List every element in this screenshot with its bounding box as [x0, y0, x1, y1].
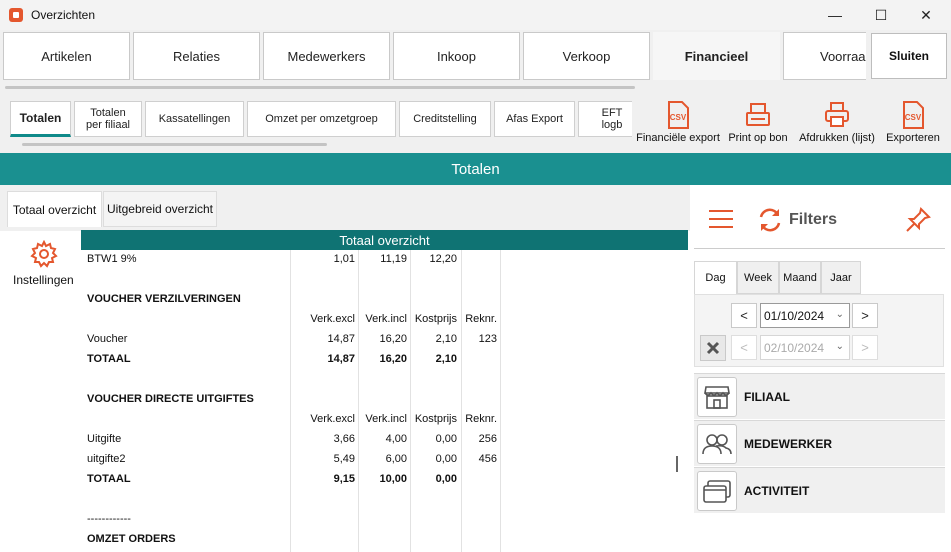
filter-activiteit[interactable]: ACTIVITEIT — [694, 467, 945, 513]
prev-date-to-button: < — [731, 335, 757, 360]
tab-voorraad[interactable]: Voorraa — [783, 32, 866, 80]
row-cell: 0,00 — [435, 473, 457, 485]
period-tab-jaar[interactable]: Jaar — [821, 261, 861, 294]
row-cell: 2,10 — [435, 353, 457, 365]
subtab-totalen[interactable]: Totalen — [10, 101, 71, 137]
sub-tabs-scrollbar[interactable] — [22, 143, 327, 146]
print-op-bon-label: Print op bon — [728, 132, 788, 144]
afdrukken-lijst-button[interactable]: Afdrukken (lijst) — [797, 100, 877, 144]
row-cell: 256 — [478, 433, 497, 445]
print-op-bon-button[interactable]: Print op bon — [726, 100, 790, 144]
close-window-button[interactable]: ✕ — [904, 0, 948, 30]
activiteit-label: ACTIVITEIT — [744, 484, 810, 498]
row-label: Voucher — [87, 333, 128, 345]
sluiten-button[interactable]: Sluiten — [871, 33, 947, 79]
store-icon — [697, 377, 737, 417]
tab-totaal-overzicht[interactable]: Totaal overzicht — [7, 191, 102, 227]
table-scrollbar[interactable] — [676, 456, 678, 472]
filter-medewerker[interactable]: MEDEWERKER — [694, 420, 945, 466]
row-cell: 456 — [478, 453, 497, 465]
row-label: OMZET ORDERS — [87, 533, 176, 545]
tab-relaties[interactable]: Relaties — [133, 32, 260, 80]
period-tab-week[interactable]: Week — [737, 261, 779, 294]
subtab-omzet-per-omzetgroep[interactable]: Omzet per omzetgroep — [247, 101, 396, 137]
financiele-export-button[interactable]: CSV Financiële export — [636, 100, 720, 144]
page-title: Totalen — [0, 153, 951, 185]
exporteren-label: Exporteren — [886, 132, 940, 144]
svg-text:CSV: CSV — [670, 113, 687, 122]
minimize-button[interactable]: — — [813, 0, 857, 30]
window-title: Overzichten — [31, 8, 96, 22]
row-label: Uitgifte — [87, 433, 122, 445]
chevron-down-icon: ⌄ — [835, 341, 844, 352]
totals-table: BTW1 9% 1,01 11,19 12,20 VOUCHER VERZILVERIN… — [81, 250, 671, 552]
windows-icon — [697, 471, 737, 511]
period-tab-dag[interactable]: Dag — [694, 261, 737, 294]
row-cell: 123 — [478, 333, 497, 345]
financiele-export-label: Financiële export — [636, 132, 720, 144]
printer-icon — [824, 100, 850, 130]
prev-date-button[interactable]: < — [731, 303, 757, 328]
next-date-to-button: > — [852, 335, 878, 360]
subtab-eft-logboek[interactable]: EFT logb — [578, 101, 632, 137]
row-label: TOTAAL — [87, 473, 131, 485]
exporteren-button[interactable]: CSV Exporteren — [883, 100, 943, 144]
row-label: uitgifte2 — [87, 453, 126, 465]
csv-file-icon: CSV — [666, 100, 690, 130]
title-bar — [0, 0, 951, 30]
row-label: VOUCHER VERZILVERINGEN — [87, 293, 241, 305]
filter-divider — [694, 248, 945, 249]
row-label: ------------ — [87, 513, 131, 525]
svg-text:CSV: CSV — [905, 113, 922, 122]
main-tabs: Artikelen Relaties Medewerkers Inkoop Ve… — [0, 30, 866, 82]
clear-icon — [706, 341, 720, 355]
subtab-kassatellingen[interactable]: Kassatellingen — [145, 101, 244, 137]
menu-icon[interactable] — [708, 209, 734, 232]
row-label: TOTAAL — [87, 353, 131, 365]
filiaal-label: FILIAAL — [744, 390, 790, 404]
main-tabs-scrollbar[interactable] — [5, 86, 635, 89]
instellingen-label[interactable]: Instellingen — [13, 273, 74, 287]
medewerker-label: MEDEWERKER — [744, 437, 833, 451]
row-label: BTW1 9% — [87, 253, 137, 265]
filters-title[interactable]: Filters — [789, 211, 837, 229]
clear-date-button[interactable] — [700, 335, 726, 361]
filter-filiaal[interactable]: FILIAAL — [694, 373, 945, 419]
csv-file-icon: CSV — [901, 100, 925, 130]
subtab-afas-export[interactable]: Afas Export — [494, 101, 575, 137]
chevron-down-icon: ⌄ — [835, 309, 844, 320]
date-to-value: 02/10/2024 — [764, 340, 825, 355]
refresh-icon[interactable] — [756, 206, 784, 237]
row-cell: 12,20 — [429, 253, 457, 265]
receipt-printer-icon — [745, 100, 771, 130]
subtab-totalen-per-filiaal[interactable]: Totalen per filiaal — [74, 101, 142, 137]
tab-inkoop[interactable]: Inkoop — [393, 32, 520, 80]
row-label: VOUCHER DIRECTE UITGIFTES — [87, 393, 254, 405]
users-icon — [697, 424, 737, 464]
subtab-creditstelling[interactable]: Creditstelling — [399, 101, 491, 137]
maximize-button[interactable]: ☐ — [859, 0, 903, 30]
date-to-field: 02/10/2024 ⌄ — [760, 335, 850, 360]
afdrukken-lijst-label: Afdrukken (lijst) — [799, 132, 875, 144]
date-from-value: 01/10/2024 — [764, 308, 825, 323]
tab-medewerkers[interactable]: Medewerkers — [263, 32, 390, 80]
tab-financieel[interactable]: Financieel — [653, 32, 780, 80]
date-from-field[interactable]: 01/10/2024 ⌄ — [760, 303, 850, 328]
pin-icon[interactable] — [904, 206, 932, 237]
table-title: Totaal overzicht — [81, 230, 688, 250]
tab-verkoop[interactable]: Verkoop — [523, 32, 650, 80]
tab-uitgebreid-overzicht[interactable]: Uitgebreid overzicht — [103, 191, 217, 227]
next-date-button[interactable]: > — [852, 303, 878, 328]
row-cell: Reknr. — [465, 313, 497, 325]
period-tab-maand[interactable]: Maand — [779, 261, 821, 294]
app-icon — [9, 8, 23, 22]
row-cell: Reknr. — [465, 413, 497, 425]
gear-icon[interactable] — [30, 239, 58, 271]
tab-artikelen[interactable]: Artikelen — [3, 32, 130, 80]
